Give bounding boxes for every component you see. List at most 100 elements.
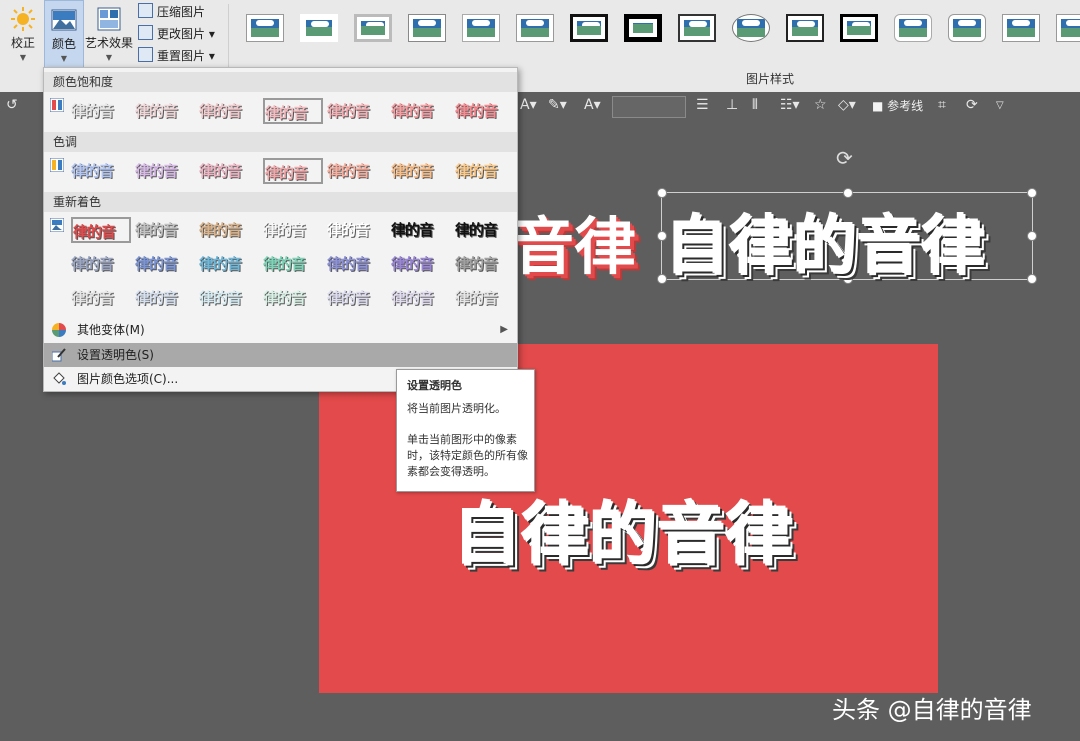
picture-style-thumb[interactable]: [408, 14, 446, 42]
font-size-select[interactable]: [612, 96, 686, 118]
font-color-icon[interactable]: A▾: [520, 97, 537, 113]
picture-style-thumb[interactable]: [462, 14, 500, 42]
picture-style-thumb[interactable]: [246, 14, 284, 42]
color-swatch[interactable]: 律的音: [263, 217, 323, 243]
set-transparent-label: 设置透明色(S): [77, 348, 154, 362]
color-swatch[interactable]: 律的音: [455, 98, 515, 124]
color-swatch[interactable]: 律的音: [135, 251, 195, 277]
reset-label: 重置图片: [157, 49, 206, 63]
recolor-header: 重新着色: [44, 192, 517, 212]
color-swatch[interactable]: 律的音: [391, 251, 451, 277]
color-swatch[interactable]: 律的音: [199, 251, 259, 277]
picture-style-thumb[interactable]: [948, 14, 986, 42]
color-swatch[interactable]: 律的音: [71, 251, 131, 277]
color-swatch[interactable]: 律的音: [391, 285, 451, 311]
highlight-icon[interactable]: ✎▾: [548, 97, 567, 113]
color-swatch[interactable]: 律的音: [135, 98, 195, 124]
color-button[interactable]: 颜色 ▼: [44, 0, 84, 68]
color-swatch[interactable]: 律的音: [71, 98, 131, 124]
art-effects-button[interactable]: 艺术效果 ▼: [84, 0, 134, 66]
picture-style-thumb[interactable]: [570, 14, 608, 42]
set-transparent-item[interactable]: 设置透明色(S): [44, 343, 517, 367]
change-picture-button[interactable]: 更改图片 ▾: [138, 24, 215, 44]
tone-header: 色调: [44, 132, 517, 152]
reference-line-toggle[interactable]: ■ 参考线: [872, 97, 923, 114]
color-swatch[interactable]: 律的音: [391, 158, 451, 184]
tooltip-line2: 单击当前图形中的像素时，该特定颜色的所有像素都会变得透明。: [407, 433, 528, 478]
star-icon[interactable]: ☆: [814, 97, 827, 113]
color-swatch[interactable]: 律的音: [135, 158, 195, 184]
color-swatch[interactable]: 律的音: [199, 158, 259, 184]
color-swatch[interactable]: 律的音: [327, 285, 387, 311]
bullets-icon[interactable]: ☰: [696, 97, 709, 113]
resize-handle[interactable]: [1027, 231, 1037, 241]
color-swatch[interactable]: 律的音: [263, 251, 323, 277]
correct-button[interactable]: 校正 ▼: [4, 0, 42, 66]
picture-style-thumb[interactable]: [354, 14, 392, 42]
compress-picture-button[interactable]: 压缩图片: [138, 2, 205, 22]
distribute-icon[interactable]: ⫴: [752, 97, 758, 113]
shape-icon[interactable]: ◇▾: [838, 97, 856, 113]
compress-label: 压缩图片: [157, 5, 206, 19]
text-effects-icon[interactable]: A▾: [584, 97, 601, 113]
color-swatch[interactable]: 律的音: [455, 158, 515, 184]
tooltip-title: 设置透明色: [407, 379, 462, 392]
color-swatch[interactable]: 律的音: [199, 217, 259, 243]
more-variants-label: 其他变体(M): [77, 323, 145, 337]
picture-style-thumb[interactable]: [678, 14, 716, 42]
picture-style-thumb[interactable]: [894, 14, 932, 42]
resize-handle[interactable]: [1027, 274, 1037, 284]
picture-style-thumb[interactable]: [732, 14, 770, 42]
picture-style-thumb[interactable]: [840, 14, 878, 42]
sun-icon: [11, 7, 35, 31]
crop-icon[interactable]: ⌗: [938, 97, 946, 113]
tone-icon: [50, 158, 64, 172]
color-swatch[interactable]: 律的音: [199, 285, 259, 311]
reset-picture-button[interactable]: 重置图片 ▾: [138, 46, 215, 66]
more-chevron-icon[interactable]: ▽: [996, 100, 1004, 111]
picture-style-thumb[interactable]: [516, 14, 554, 42]
rotate-tool-icon[interactable]: ⟳: [966, 97, 978, 113]
align-icon[interactable]: ⊥: [726, 97, 738, 113]
color-label: 颜色: [51, 37, 76, 51]
color-swatch[interactable]: 律的音: [391, 217, 451, 243]
color-swatch[interactable]: 律的音: [263, 158, 323, 184]
color-swatch[interactable]: 律的音: [455, 251, 515, 277]
partial-title-text: 音律: [512, 210, 637, 283]
color-swatch[interactable]: 律的音: [135, 217, 195, 243]
resize-handle[interactable]: [1027, 188, 1037, 198]
color-swatch[interactable]: 律的音: [199, 98, 259, 124]
saturation-icon: [50, 98, 64, 112]
color-swatch[interactable]: 律的音: [135, 285, 195, 311]
color-swatch[interactable]: 律的音: [327, 158, 387, 184]
color-swatch[interactable]: 律的音: [391, 98, 451, 124]
submenu-arrow-icon: ▶: [500, 324, 508, 335]
color-swatch[interactable]: 律的音: [263, 285, 323, 311]
undo-icon[interactable]: ↺: [6, 97, 18, 113]
more-variants-item[interactable]: 其他变体(M) ▶: [44, 318, 517, 342]
color-swatch[interactable]: 律的音: [327, 98, 387, 124]
color-swatch[interactable]: 律的音: [327, 217, 387, 243]
color-swatch[interactable]: 律的音: [455, 217, 515, 243]
art-effects-label: 艺术效果: [84, 36, 133, 50]
color-swatch[interactable]: 律的音: [263, 98, 323, 124]
selected-title-text: 自律的音律: [664, 209, 984, 283]
recolor-icon: [50, 218, 64, 232]
picture-styles-label: 图片样式: [745, 72, 794, 86]
slide-title-text: 自律的音律: [452, 495, 793, 574]
picture-style-thumb[interactable]: [300, 14, 338, 42]
picture-style-thumb[interactable]: [1002, 14, 1040, 42]
tooltip: 设置透明色 将当前图片透明化。 单击当前图形中的像素时，该特定颜色的所有像素都会…: [396, 369, 535, 492]
color-swatch[interactable]: 律的音: [71, 217, 131, 243]
picture-style-thumb[interactable]: [1056, 14, 1080, 42]
color-swatch[interactable]: 律的音: [71, 285, 131, 311]
color-swatch[interactable]: 律的音: [455, 285, 515, 311]
chevron-down-icon: ▼: [105, 53, 113, 62]
compress-icon: [138, 3, 153, 18]
picture-style-thumb[interactable]: [786, 14, 824, 42]
color-swatch[interactable]: 律的音: [71, 158, 131, 184]
rotate-handle-icon[interactable]: ⟳: [836, 146, 853, 170]
list-icon[interactable]: ☷▾: [780, 97, 800, 113]
picture-style-thumb[interactable]: [624, 14, 662, 42]
color-swatch[interactable]: 律的音: [327, 251, 387, 277]
